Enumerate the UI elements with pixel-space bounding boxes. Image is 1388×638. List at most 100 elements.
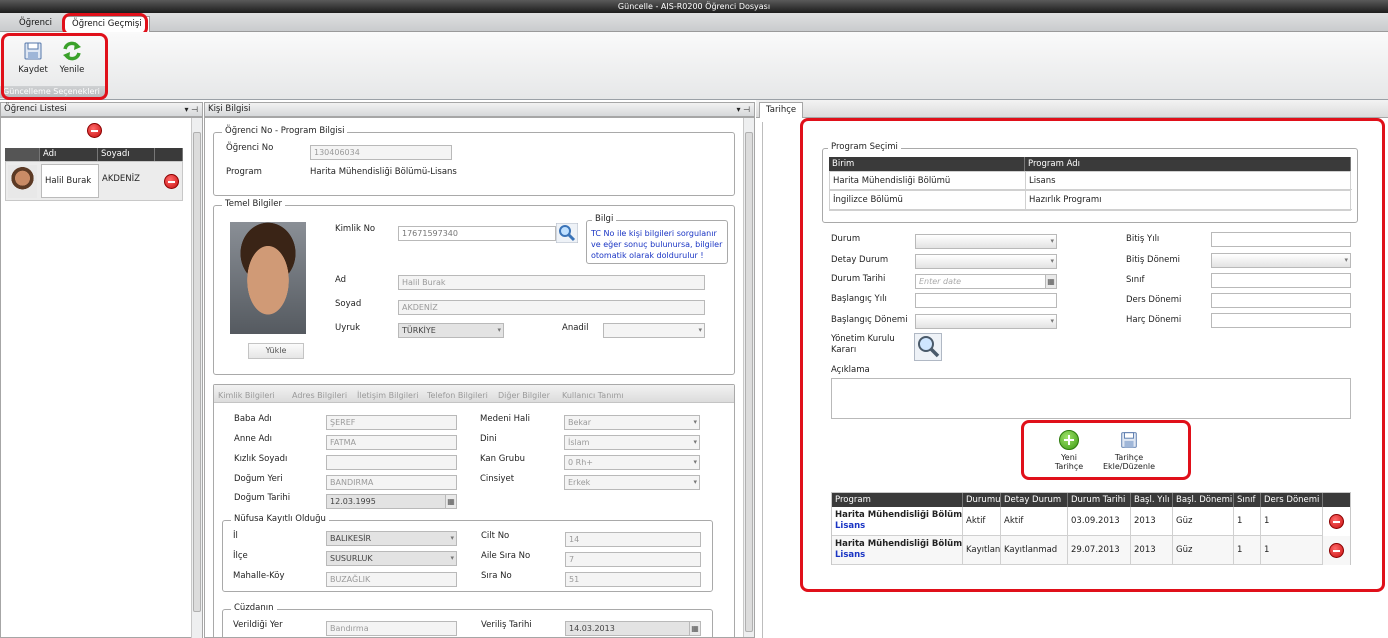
col-program-name: Program Adı — [1025, 157, 1351, 171]
blood-select[interactable]: 0 Rh+ ▾ — [564, 455, 700, 470]
religion-select[interactable]: İslam ▾ — [564, 435, 700, 450]
district-select[interactable]: SUSURLUK ▾ — [326, 551, 457, 566]
student-list-header: Öğrenci Listesi ▾ ⊣ — [0, 102, 203, 117]
chevron-down-icon: ▾ — [1344, 256, 1348, 264]
tab-ogrenci[interactable]: Öğrenci — [12, 16, 59, 32]
wallet-date-field[interactable]: 14.03.2013 ▦ — [565, 621, 701, 636]
class-cell: 1 — [1234, 536, 1261, 565]
id-field[interactable]: 17671597340 — [398, 226, 556, 241]
upload-button[interactable]: Yükle — [248, 343, 304, 359]
pin-icon[interactable]: ▾ ⊣ — [736, 103, 750, 116]
wallet-place-field[interactable]: Bandırma — [326, 621, 457, 636]
pin-icon[interactable]: ▾ ⊣ — [184, 103, 198, 116]
tab-user[interactable]: Kullanıcı Tanımı — [562, 391, 624, 400]
mother-field[interactable]: FATMA — [326, 435, 457, 450]
calendar-icon[interactable]: ▦ — [445, 495, 456, 508]
table-row[interactable]: Harita Mühendisliği Bölüm Lisans Kayıtla… — [832, 536, 1350, 565]
gender-label: Cinsiyet — [480, 474, 515, 484]
tab-ogrenci-gecmisi[interactable]: Öğrenci Geçmişi — [64, 16, 150, 32]
person-scrollbar[interactable] — [743, 118, 754, 637]
detail-status-label: Detay Durum — [831, 255, 889, 265]
father-field[interactable]: ŞEREF — [326, 415, 457, 430]
family-label: Aile Sıra No — [481, 551, 531, 561]
name-field[interactable]: Halil Burak — [398, 275, 705, 290]
class-field[interactable] — [1211, 273, 1351, 288]
col-start-year: Başl. Yılı — [1131, 493, 1173, 507]
ribbon-tabbar: Öğrenci Öğrenci Geçmişi — [0, 13, 1388, 32]
save-icon — [1121, 432, 1137, 448]
save-button[interactable]: Kaydet — [15, 40, 51, 82]
chevron-down-icon: ▾ — [693, 438, 697, 446]
table-row[interactable]: Harita Mühendisliği Bölüm Lisans Aktif A… — [832, 507, 1350, 536]
nationality-select[interactable]: TÜRKİYE ▾ — [398, 323, 504, 338]
class-cell: 1 — [1234, 507, 1261, 536]
calendar-icon[interactable]: ▦ — [689, 622, 700, 635]
volume-field[interactable]: 14 — [565, 532, 701, 547]
fee-term-field[interactable] — [1211, 313, 1351, 328]
chevron-down-icon: ▾ — [1050, 257, 1054, 265]
history-table: Program Durumu Detay Durum Durum Tarihi … — [831, 492, 1351, 565]
district-value: SUSURLUK — [330, 554, 373, 563]
col-class: Sınıf — [1234, 493, 1261, 507]
family-field[interactable]: 7 — [565, 552, 701, 567]
board-decision-label: Yönetim Kurulu Kararı — [831, 334, 895, 355]
search-icon[interactable] — [914, 333, 942, 361]
tab-phone[interactable]: Telefon Bilgileri — [427, 391, 488, 400]
order-field[interactable]: 51 — [565, 572, 701, 587]
province-select[interactable]: BALIKESİR ▾ — [326, 531, 457, 546]
refresh-button[interactable]: Yenile — [54, 40, 90, 82]
status-date-field[interactable]: Enter date ▦ — [915, 274, 1057, 289]
end-term-select[interactable]: ▾ — [1211, 253, 1351, 268]
chevron-down-icon: ▾ — [450, 534, 454, 542]
search-icon[interactable] — [556, 223, 578, 243]
maiden-field[interactable] — [326, 455, 457, 470]
col-status-date: Durum Tarihi — [1068, 493, 1131, 507]
start-term-select[interactable]: ▾ — [915, 314, 1057, 329]
date-cell: 29.07.2013 — [1068, 536, 1131, 565]
gender-select[interactable]: Erkek ▾ — [564, 475, 700, 490]
student-no-field[interactable]: 130406034 — [310, 145, 452, 160]
birthplace-field[interactable]: BANDIRMA — [326, 475, 457, 490]
marital-select[interactable]: Bekar ▾ — [564, 415, 700, 430]
status-label: Durum — [831, 234, 861, 244]
calendar-icon[interactable]: ▦ — [1045, 275, 1056, 288]
table-row[interactable]: Harita Mühendisliği Bölümü Lisans — [829, 171, 1352, 191]
student-photo — [230, 222, 306, 334]
new-history-button[interactable]: Yeni Tarihçe — [1047, 430, 1091, 476]
detail-tabbar: Kimlik Bilgileri Adres Bilgileri İletişi… — [214, 385, 734, 403]
start-year-field[interactable] — [915, 293, 1057, 308]
tab-other[interactable]: Diğer Bilgiler — [498, 391, 550, 400]
add-edit-history-button[interactable]: Tarihçe Ekle/Düzenle — [1096, 430, 1162, 476]
program-name: Harita Mühendisliği Bölüm — [835, 510, 963, 520]
order-label: Sıra No — [481, 571, 512, 581]
table-row[interactable]: Halil Burak AKDENİZ — [5, 161, 183, 201]
mother-tongue-select[interactable]: ▾ — [603, 323, 705, 338]
col-status: Durumu — [963, 493, 1001, 507]
delete-row-icon[interactable] — [1329, 543, 1344, 558]
delete-student-icon[interactable] — [164, 174, 179, 189]
remove-filter-icon[interactable] — [87, 123, 102, 138]
table-row[interactable]: İngilizce Bölümü Hazırlık Programı — [829, 191, 1352, 211]
delete-row-icon[interactable] — [1329, 514, 1344, 529]
course-term-field[interactable] — [1211, 293, 1351, 308]
student-no-label: Öğrenci No — [226, 143, 274, 153]
tab-address[interactable]: Adres Bilgileri — [292, 391, 347, 400]
blood-value: 0 Rh+ — [568, 458, 593, 467]
start-term-cell: Güz — [1173, 507, 1234, 536]
tab-history[interactable]: Tarihçe — [759, 102, 804, 118]
detail-cell: Kayıtlanmad — [1001, 536, 1068, 565]
status-select[interactable]: ▾ — [915, 234, 1057, 249]
detail-status-select[interactable]: ▾ — [915, 254, 1057, 269]
student-list-scrollbar[interactable] — [191, 118, 202, 638]
village-field[interactable]: BUZAĞLIK — [326, 572, 457, 587]
name-label: Ad — [335, 275, 347, 285]
tab-contact[interactable]: İletişim Bilgileri — [357, 391, 418, 400]
surname-field[interactable]: AKDENİZ — [398, 300, 705, 315]
tab-identity[interactable]: Kimlik Bilgileri — [218, 391, 275, 400]
volume-label: Cilt No — [481, 531, 510, 541]
chevron-down-icon: ▾ — [698, 326, 702, 334]
end-year-field[interactable] — [1211, 232, 1351, 247]
birthdate-field[interactable]: 12.03.1995 ▦ — [326, 494, 457, 509]
description-field[interactable] — [831, 378, 1351, 419]
status-date-placeholder: Enter date — [919, 277, 962, 286]
